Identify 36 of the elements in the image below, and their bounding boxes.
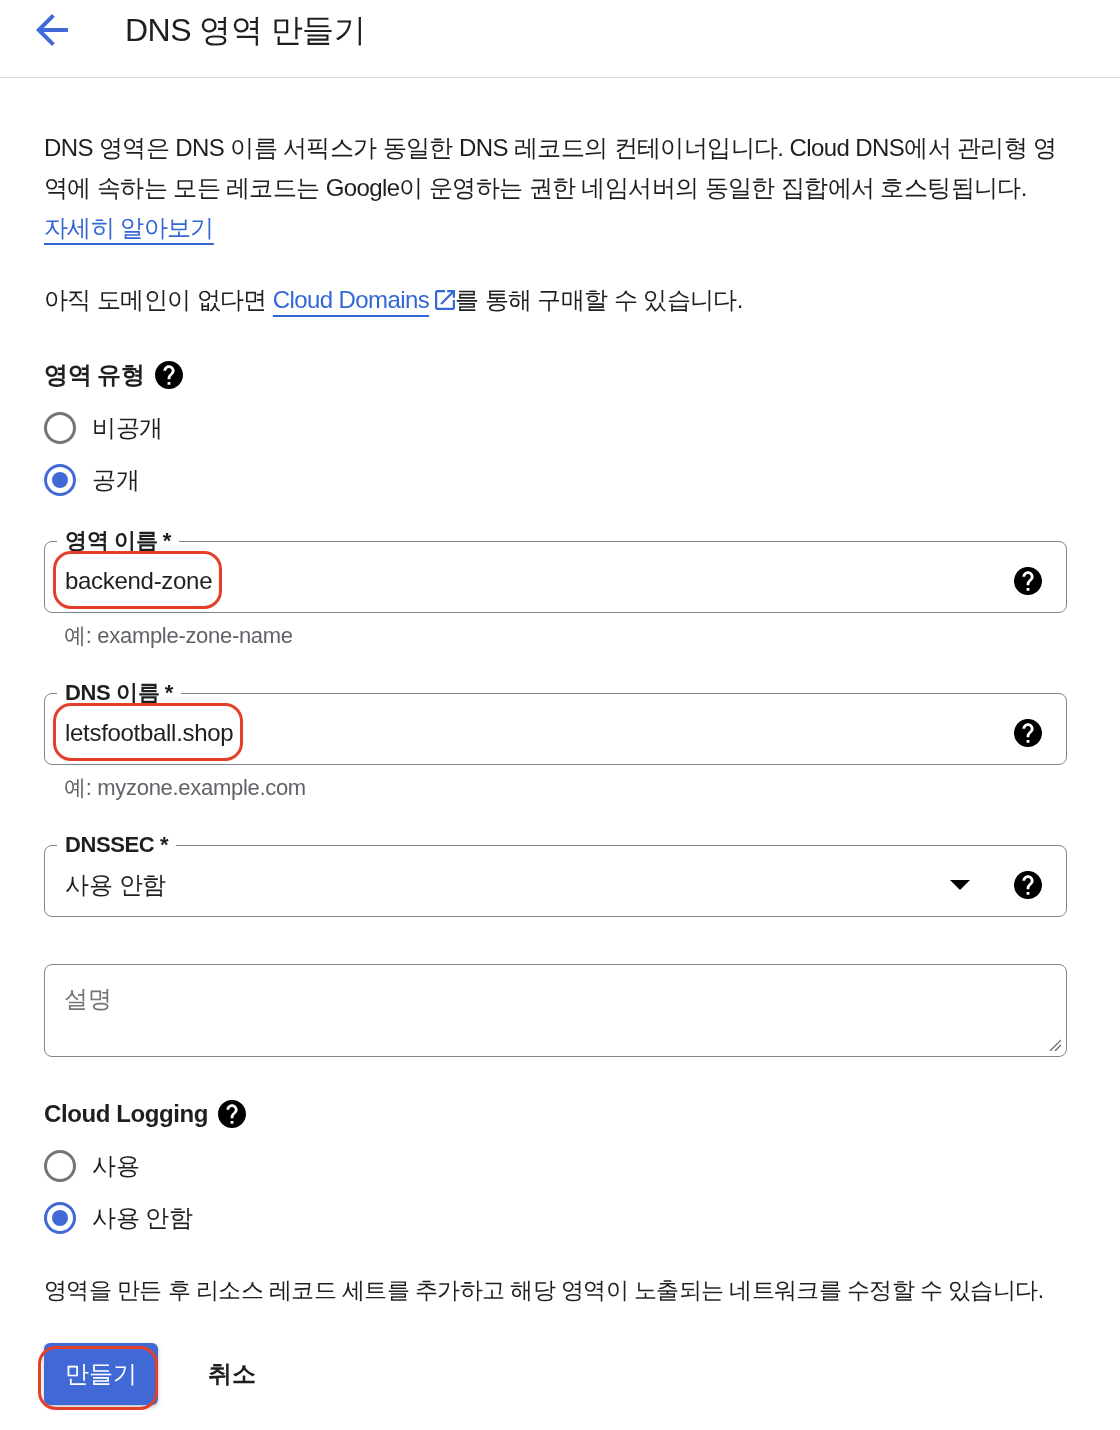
radio-button[interactable] xyxy=(44,412,76,444)
help-icon xyxy=(1014,871,1042,899)
cancel-button[interactable]: 취소 xyxy=(196,1343,268,1405)
text-field[interactable]: 영역 이름 * backend-zone xyxy=(44,528,1067,613)
field-label: 영역 이름 * xyxy=(64,528,172,554)
cloud-domains-link[interactable]: Cloud Domains xyxy=(272,286,430,313)
back-button[interactable] xyxy=(36,14,68,46)
caret-down-icon xyxy=(950,880,970,890)
radio-button[interactable] xyxy=(44,1202,76,1234)
radio-button[interactable] xyxy=(44,464,76,496)
help-icon xyxy=(1014,567,1042,595)
text-field[interactable]: DNS 이름 * letsfootball.shop xyxy=(44,680,1067,765)
page-title: DNS 영역 만들기 xyxy=(125,11,366,50)
radio-label: 사용 xyxy=(92,1151,140,1181)
create-button[interactable]: 만들기 xyxy=(44,1343,158,1405)
help-icon xyxy=(154,361,183,389)
info-text: 영역을 만든 후 리소스 레코드 세트를 추가하고 해당 영역이 노출되는 네트워크를 수정할 수 있습니다. xyxy=(44,1276,1045,1305)
section-label: 영역 유형 xyxy=(44,360,145,390)
back-arrow-icon xyxy=(36,14,68,46)
resize-handle-icon[interactable] xyxy=(1049,1039,1061,1051)
section-label: Cloud Logging xyxy=(44,1099,209,1129)
radio-button[interactable] xyxy=(44,1150,76,1182)
help-icon xyxy=(1014,719,1042,747)
help-icon xyxy=(218,1100,247,1128)
hint-text: 예: myzone.example.com xyxy=(63,775,307,801)
external-link-icon xyxy=(435,290,456,310)
field-label: DNS 이름 * xyxy=(64,680,175,706)
description-field[interactable]: 설명 xyxy=(44,964,1067,1057)
learn-more-link[interactable]: 자세히 알아보기 xyxy=(44,214,214,241)
domain-note-text: 아직 도메인이 없다면 Cloud Domains 를 통해 구매할 수 있습니다. xyxy=(44,285,744,315)
radio-label: 사용 안함 xyxy=(92,1203,193,1233)
intro-text: DNS 영역은 DNS 이름 서픽스가 동일한 DNS 레코드의 컨테이너입니다. Cloud DNS에서 관리형 영역에 속하는 모든 레코드는 Google이 운영하는 권한 네임서버의 동일한 집합에서 호스팅됩니다. 자세히 알아보기 xyxy=(44,133,1058,243)
radio-label: 공개 xyxy=(92,465,140,495)
hint-text: 예: example-zone-name xyxy=(63,623,294,649)
radio-label: 비공개 xyxy=(92,413,163,443)
field-label: DNSSEC * xyxy=(64,832,170,858)
